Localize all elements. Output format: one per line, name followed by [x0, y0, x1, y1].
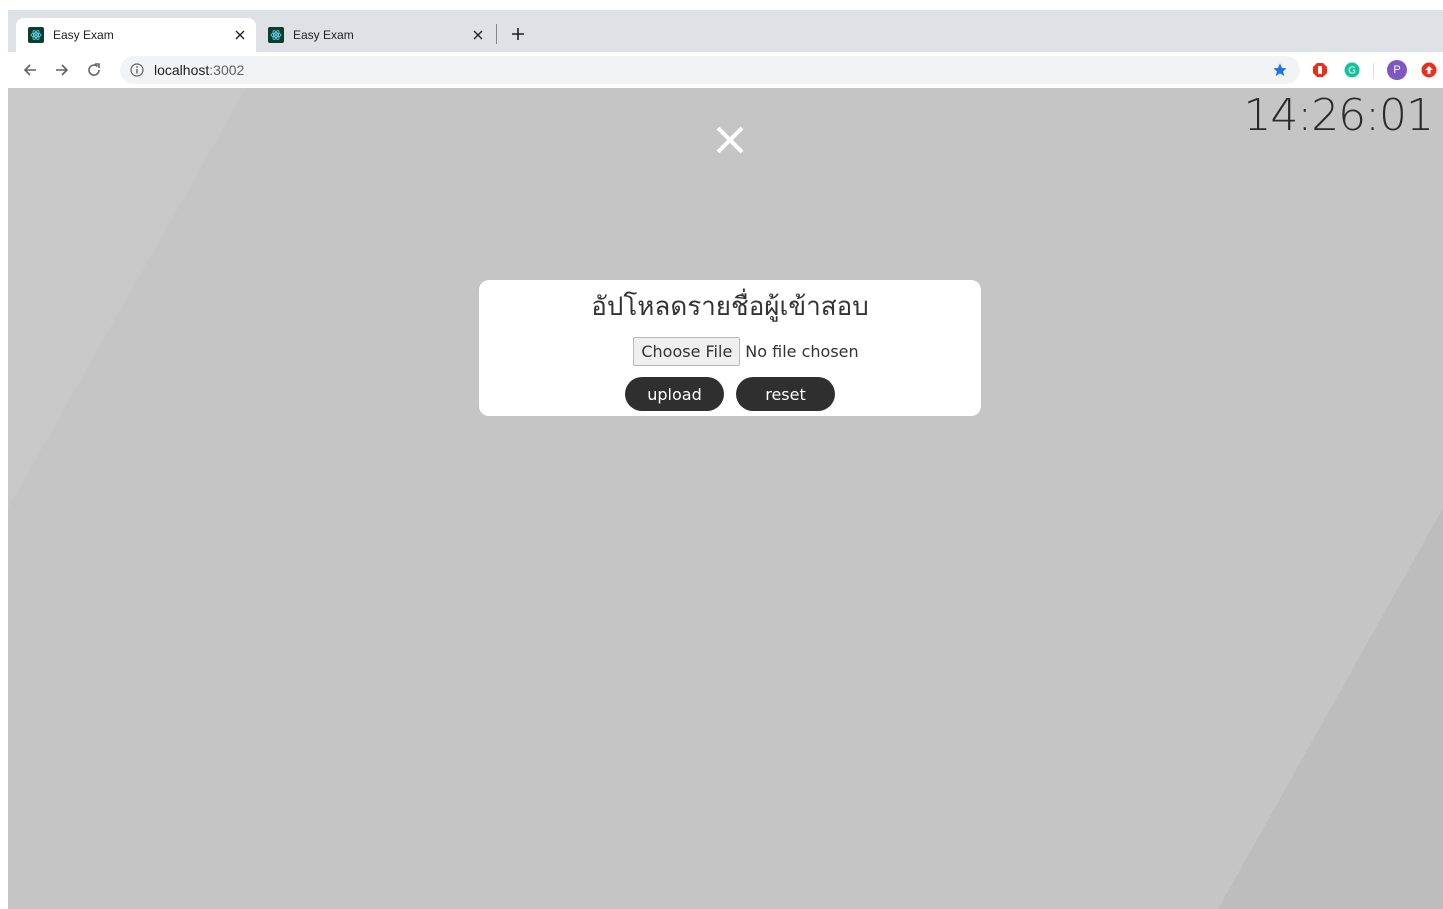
profile-initial: P — [1393, 64, 1401, 76]
browser-tabstrip: Easy Exam Easy Exam — [8, 10, 1443, 52]
upload-button[interactable]: upload — [625, 377, 724, 411]
star-bookmark-icon[interactable] — [1270, 60, 1290, 80]
adblock-icon[interactable] — [1310, 60, 1330, 80]
background-shape — [8, 88, 246, 508]
profile-avatar-icon[interactable]: P — [1387, 60, 1407, 80]
url-port: :3002 — [209, 62, 245, 78]
new-tab-icon[interactable] — [508, 24, 528, 44]
browser-tab-inactive[interactable]: Easy Exam — [256, 18, 494, 52]
toolbar-separator — [1373, 63, 1374, 79]
page-viewport: 14:26:01 อัปโหลดรายชื่อผู้เข้าสอบ Choose… — [8, 88, 1443, 909]
browser-tab-active[interactable]: Easy Exam — [16, 18, 256, 52]
file-status: No file chosen — [745, 342, 859, 361]
grammarly-icon[interactable]: G — [1342, 60, 1362, 80]
url-text: localhost:3002 — [154, 62, 244, 78]
modal-actions: upload reset — [479, 377, 981, 411]
tab-title: Easy Exam — [293, 28, 354, 42]
forward-arrow-icon[interactable] — [52, 60, 72, 80]
url-host: localhost — [154, 62, 210, 78]
tab-close-icon[interactable] — [232, 27, 248, 43]
back-arrow-icon[interactable] — [20, 60, 40, 80]
background-shape — [1218, 508, 1443, 909]
upload-modal: อัปโหลดรายชื่อผู้เข้าสอบ Choose File No … — [479, 280, 981, 416]
reset-button[interactable]: reset — [736, 377, 835, 411]
reload-icon[interactable] — [84, 60, 104, 80]
tab-close-icon[interactable] — [470, 27, 486, 43]
react-favicon-icon — [268, 27, 284, 43]
choose-file-button[interactable]: Choose File — [633, 337, 741, 366]
browser-toolbar: localhost:3002 G P — [8, 52, 1443, 88]
svg-text:G: G — [1348, 66, 1356, 77]
file-input[interactable]: Choose File No file chosen — [479, 337, 981, 366]
info-icon[interactable] — [130, 63, 144, 77]
clock: 14:26:01 — [1243, 90, 1434, 141]
modal-title: อัปโหลดรายชื่อผู้เข้าสอบ — [591, 292, 869, 322]
tab-title: Easy Exam — [53, 28, 114, 42]
react-favicon-icon — [28, 27, 44, 43]
tab-separator — [496, 24, 497, 44]
extension-icon[interactable] — [1419, 60, 1439, 80]
address-bar[interactable]: localhost:3002 — [120, 56, 1300, 84]
close-icon[interactable] — [714, 124, 746, 156]
